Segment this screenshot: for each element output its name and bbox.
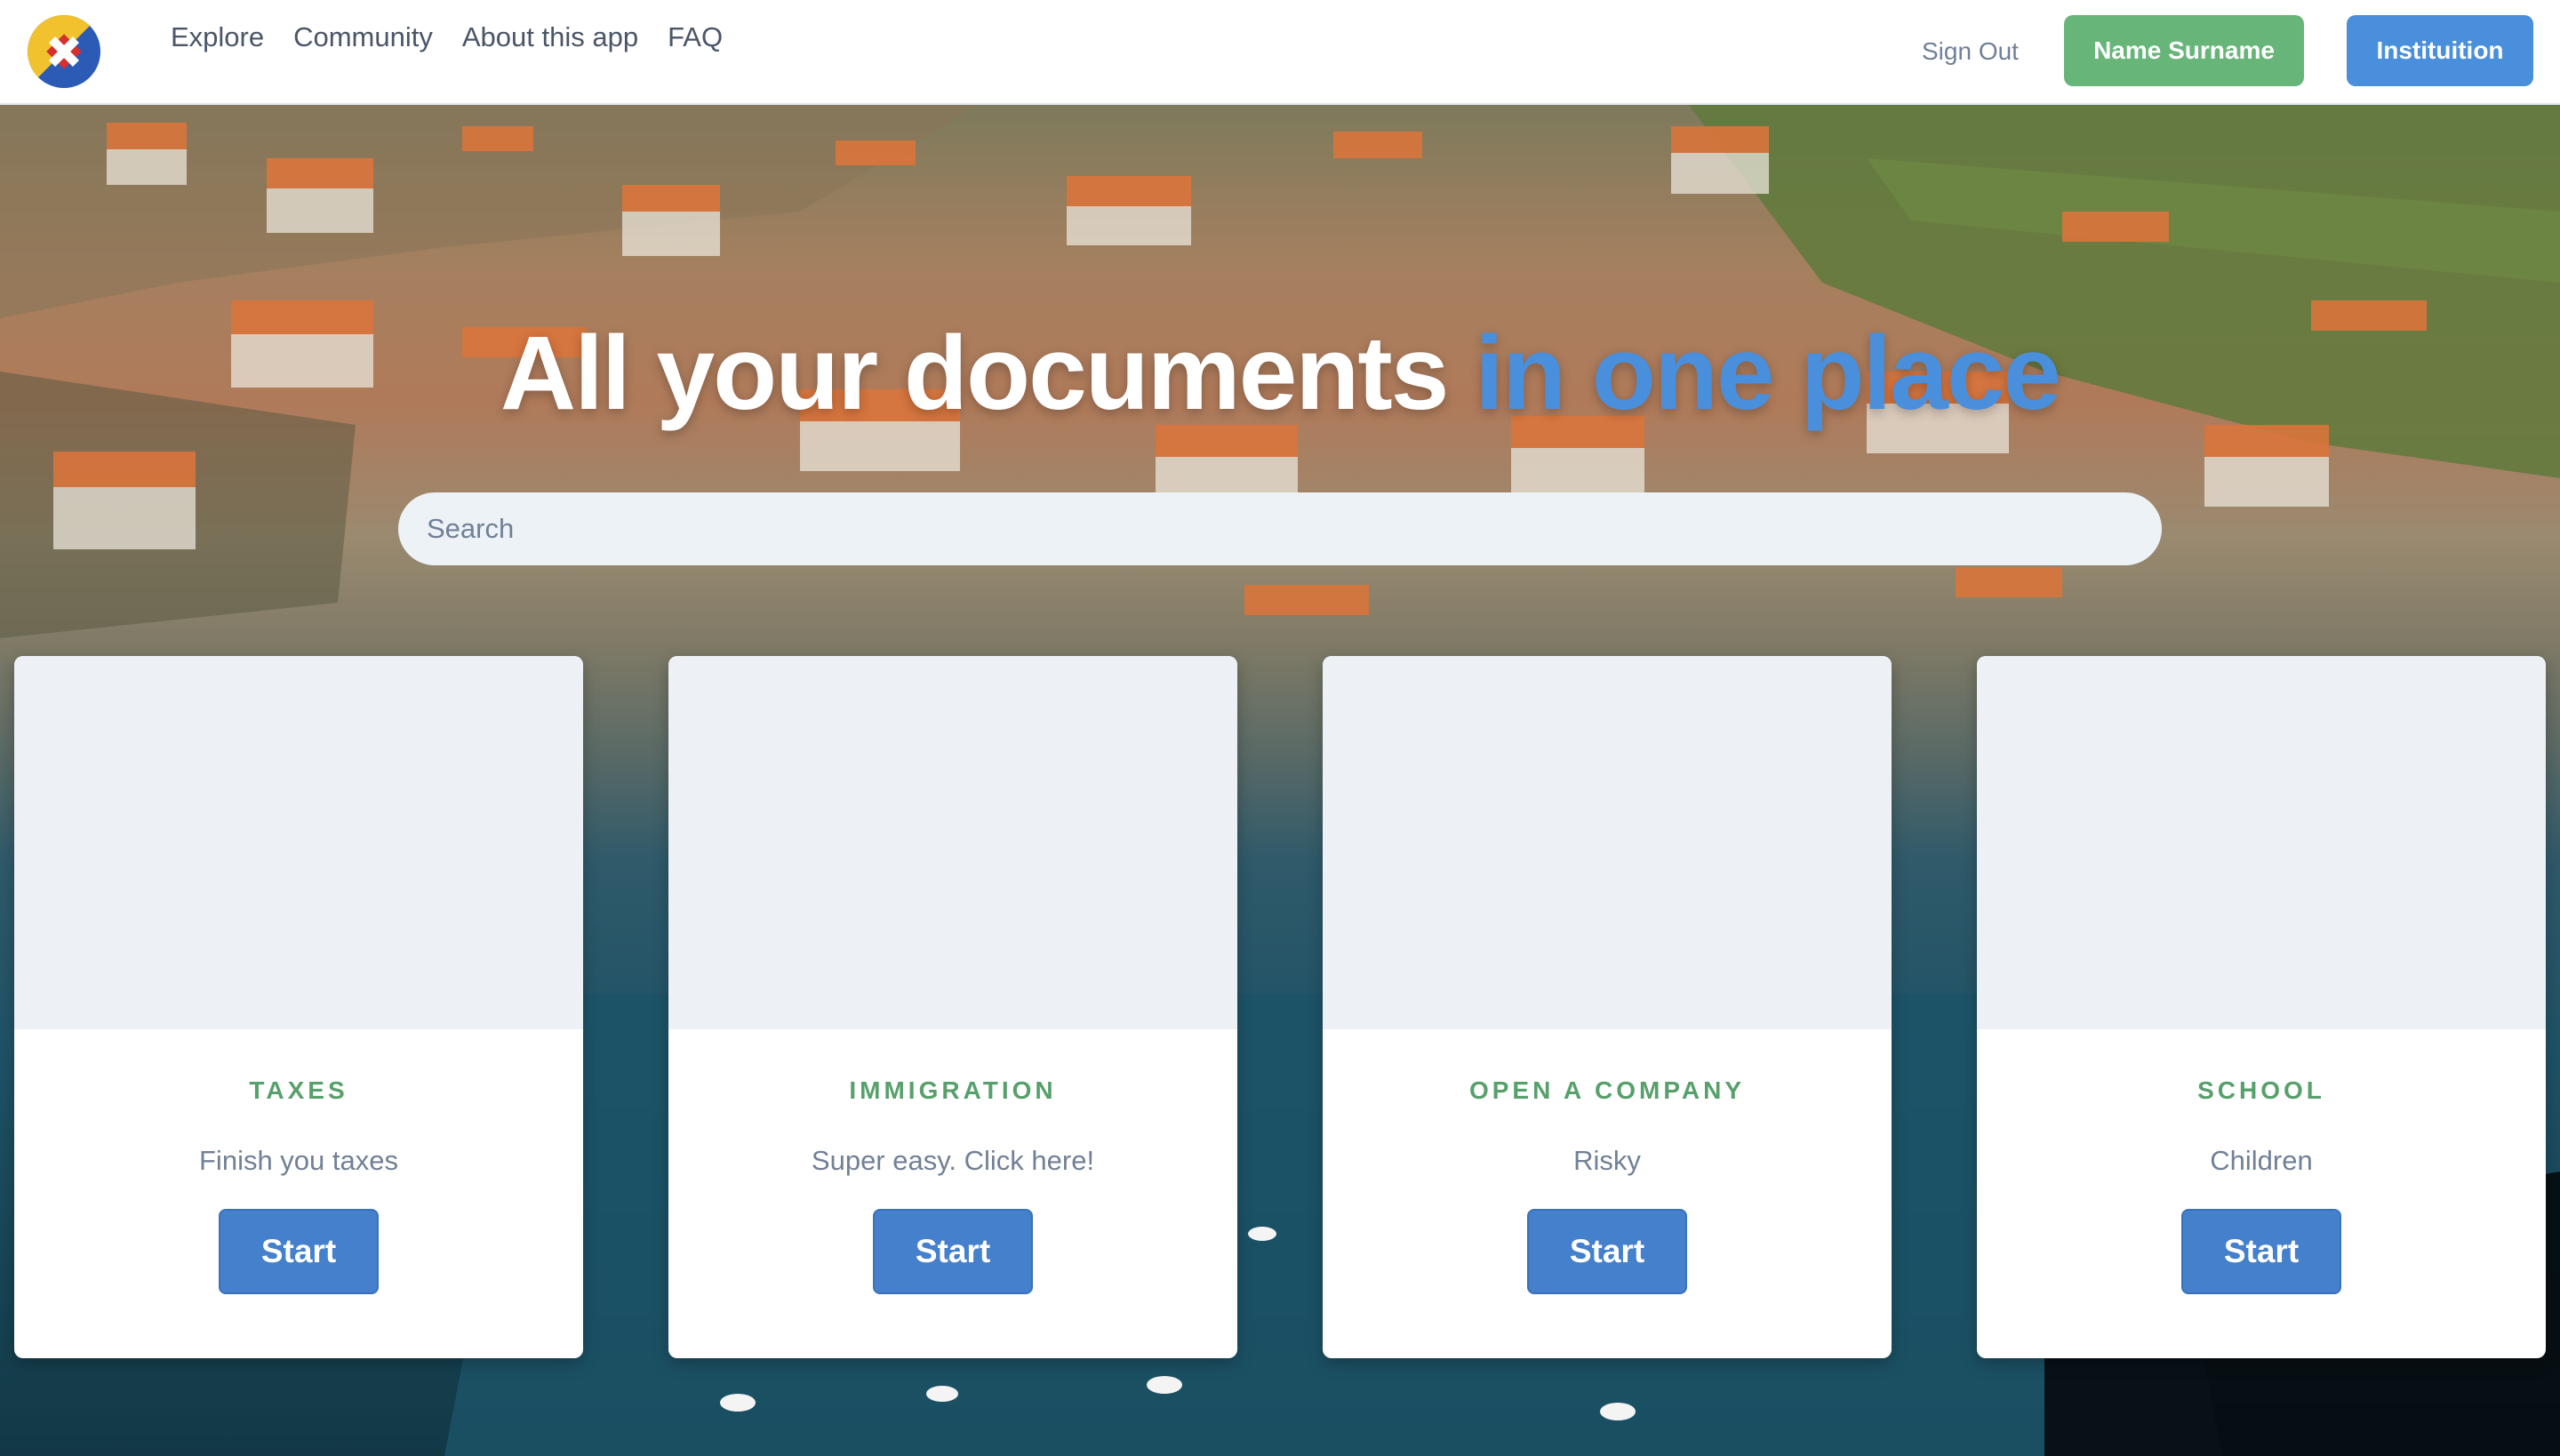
nav-link-about[interactable]: About this app xyxy=(462,20,638,55)
card-image-placeholder xyxy=(1977,656,2546,1029)
card-school[interactable]: SCHOOL Children Start xyxy=(1977,656,2546,1358)
hero-headline: All your documents in one place xyxy=(0,311,2560,436)
start-button-school[interactable]: Start xyxy=(2181,1209,2341,1294)
nav-link-community[interactable]: Community xyxy=(293,20,433,55)
nav-link-explore[interactable]: Explore xyxy=(171,20,264,55)
user-profile-button[interactable]: Name Surname xyxy=(2064,15,2304,86)
card-title: SCHOOL xyxy=(2197,1076,2325,1104)
nav-link-faq[interactable]: FAQ xyxy=(668,20,723,55)
card-description: Super easy. Click here! xyxy=(811,1145,1095,1176)
card-open-company[interactable]: OPEN A COMPANY Risky Start xyxy=(1323,656,1892,1358)
start-button-immigration[interactable]: Start xyxy=(873,1209,1033,1294)
start-button-taxes[interactable]: Start xyxy=(219,1209,379,1294)
logo-icon[interactable] xyxy=(28,15,100,88)
start-button-open-company[interactable]: Start xyxy=(1527,1209,1687,1294)
card-title: TAXES xyxy=(249,1076,348,1104)
card-description: Risky xyxy=(1573,1145,1641,1176)
search-input[interactable] xyxy=(398,492,2162,565)
card-description: Finish you taxes xyxy=(199,1145,398,1176)
card-taxes[interactable]: TAXES Finish you taxes Start xyxy=(14,656,583,1358)
card-immigration[interactable]: IMMIGRATION Super easy. Click here! Star… xyxy=(668,656,1237,1358)
hero-headline-main: All your documents xyxy=(500,315,1449,432)
sign-out-link[interactable]: Sign Out xyxy=(1922,34,2019,69)
card-image-placeholder xyxy=(668,656,1237,1029)
institution-button[interactable]: Instituition xyxy=(2347,15,2533,86)
card-image-placeholder xyxy=(14,656,583,1029)
hero-headline-accent: in one place xyxy=(1475,315,2061,432)
card-description: Children xyxy=(2210,1145,2313,1176)
card-title: IMMIGRATION xyxy=(849,1076,1057,1104)
card-image-placeholder xyxy=(1323,656,1892,1029)
main-nav: Explore Community About this app FAQ xyxy=(171,20,723,55)
card-title: OPEN A COMPANY xyxy=(1468,1076,1746,1104)
top-navbar: Explore Community About this app FAQ Sig… xyxy=(0,0,2560,105)
